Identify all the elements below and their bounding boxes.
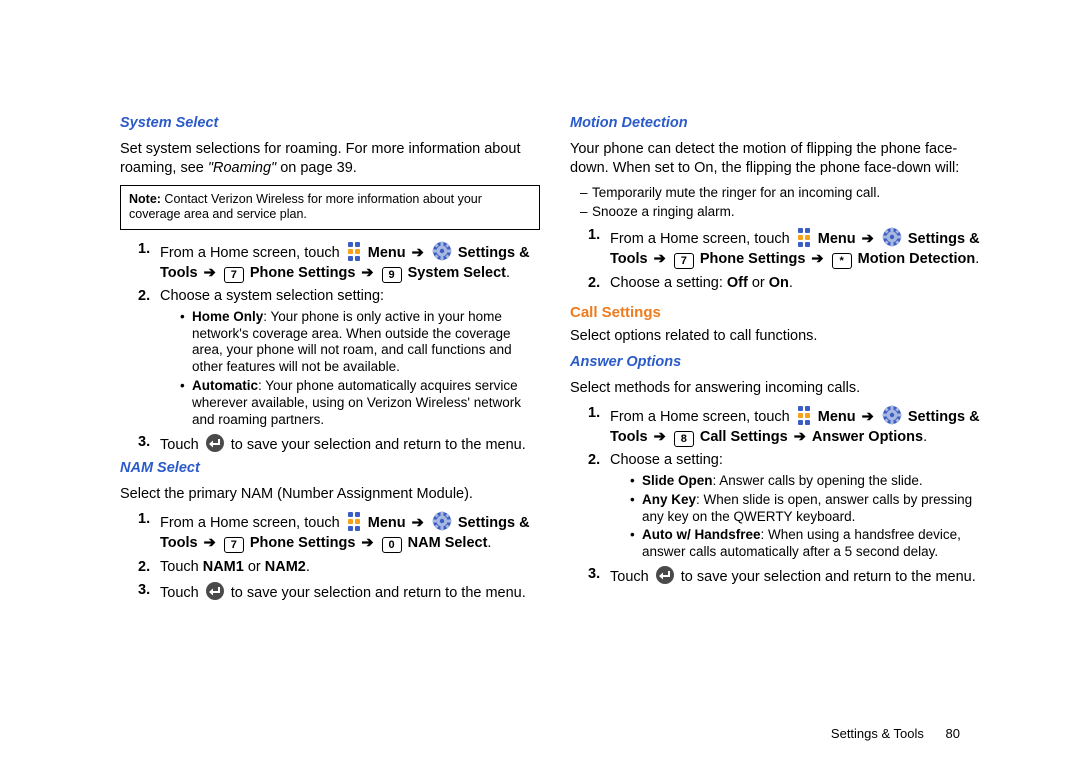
motion-detection-intro: Your phone can detect the motion of flip…	[570, 140, 990, 179]
option-home-only: Home Only: Your phone is only active in …	[180, 309, 540, 377]
system-select-intro: Set system selections for roaming. For m…	[120, 140, 540, 179]
nam-select-intro: Select the primary NAM (Number Assignmen…	[120, 485, 540, 505]
page-footer: Settings & Tools 80	[120, 726, 1010, 741]
note-label: Note:	[129, 192, 161, 206]
step-1: 1. From a Home screen, touch Menu ➔ Sett…	[588, 404, 990, 447]
keycap-7: 7	[674, 253, 694, 269]
effect-snooze: Snooze a ringing alarm.	[580, 204, 990, 221]
keycap-0: 0	[382, 537, 402, 553]
nam-select-steps: 1. From a Home screen, touch Menu ➔ Sett…	[138, 510, 540, 603]
step-3: 3. Touch to save your selection and retu…	[138, 581, 540, 604]
heading-call-settings: Call Settings	[570, 303, 990, 323]
keycap-8: 8	[674, 431, 694, 447]
arrow-icon: ➔	[862, 409, 874, 425]
arrow-icon: ➔	[654, 251, 666, 267]
arrow-icon: ➔	[794, 429, 806, 445]
keycap-7: 7	[224, 537, 244, 553]
step-2: 2. Touch NAM1 or NAM2.	[138, 558, 540, 578]
step-1: 1. From a Home screen, touch Menu ➔ Sett…	[138, 240, 540, 283]
menu-grid-icon	[796, 404, 812, 425]
arrow-icon: ➔	[654, 429, 666, 445]
system-select-steps: 1. From a Home screen, touch Menu ➔ Sett…	[138, 240, 540, 455]
arrow-icon: ➔	[862, 231, 874, 247]
step-3: 3. Touch to save your selection and retu…	[138, 433, 540, 456]
option-auto-handsfree: Auto w/ Handsfree: When using a handsfre…	[630, 527, 990, 561]
arrow-icon: ➔	[361, 535, 373, 551]
step-2: 2. Choose a system selection setting: Ho…	[138, 287, 540, 429]
back-icon	[205, 581, 225, 601]
heading-motion-detection: Motion Detection	[570, 114, 990, 134]
keycap-7: 7	[224, 267, 244, 283]
arrow-icon: ➔	[811, 251, 823, 267]
menu-grid-icon	[796, 226, 812, 247]
step-3: 3. Touch to save your selection and retu…	[588, 565, 990, 588]
menu-grid-icon	[346, 510, 362, 531]
motion-detection-effects: Temporarily mute the ringer for an incom…	[580, 185, 990, 221]
option-slide-open: Slide Open: Answer calls by opening the …	[630, 473, 990, 490]
heading-system-select: System Select	[120, 114, 540, 134]
answer-options-list: Slide Open: Answer calls by opening the …	[630, 473, 990, 561]
gear-icon	[882, 227, 902, 247]
arrow-icon: ➔	[412, 245, 424, 261]
right-column: Motion Detection Your phone can detect t…	[570, 110, 990, 712]
back-icon	[655, 565, 675, 585]
call-settings-intro: Select options related to call functions…	[570, 327, 990, 347]
keycap-9: 9	[382, 267, 402, 283]
note-text: Contact Verizon Wireless for more inform…	[129, 192, 482, 222]
footer-section: Settings & Tools	[831, 726, 924, 741]
effect-mute: Temporarily mute the ringer for an incom…	[580, 185, 990, 202]
option-automatic: Automatic: Your phone automatically acqu…	[180, 378, 540, 429]
answer-options-intro: Select methods for answering incoming ca…	[570, 379, 990, 399]
gear-icon	[432, 241, 452, 261]
heading-answer-options: Answer Options	[570, 353, 990, 373]
two-column-layout: System Select Set system selections for …	[120, 110, 1010, 712]
gear-icon	[432, 511, 452, 531]
step-1: 1. From a Home screen, touch Menu ➔ Sett…	[588, 226, 990, 269]
step-2: 2. Choose a setting: Slide Open: Answer …	[588, 451, 990, 561]
keycap-star: *	[832, 253, 852, 269]
left-column: System Select Set system selections for …	[120, 110, 540, 712]
step-2: 2. Choose a setting: Off or On.	[588, 274, 990, 294]
arrow-icon: ➔	[204, 265, 216, 281]
footer-page-number: 80	[946, 726, 960, 741]
step-1: 1. From a Home screen, touch Menu ➔ Sett…	[138, 510, 540, 553]
menu-grid-icon	[346, 240, 362, 261]
gear-icon	[882, 405, 902, 425]
heading-nam-select: NAM Select	[120, 459, 540, 479]
system-select-options: Home Only: Your phone is only active in …	[180, 309, 540, 429]
arrow-icon: ➔	[204, 535, 216, 551]
document-page: System Select Set system selections for …	[0, 0, 1080, 771]
note-box: Note: Contact Verizon Wireless for more …	[120, 185, 540, 230]
answer-options-steps: 1. From a Home screen, touch Menu ➔ Sett…	[588, 404, 990, 588]
motion-detection-steps: 1. From a Home screen, touch Menu ➔ Sett…	[588, 226, 990, 293]
arrow-icon: ➔	[361, 265, 373, 281]
back-icon	[205, 433, 225, 453]
arrow-icon: ➔	[412, 515, 424, 531]
option-any-key: Any Key: When slide is open, answer call…	[630, 492, 990, 526]
